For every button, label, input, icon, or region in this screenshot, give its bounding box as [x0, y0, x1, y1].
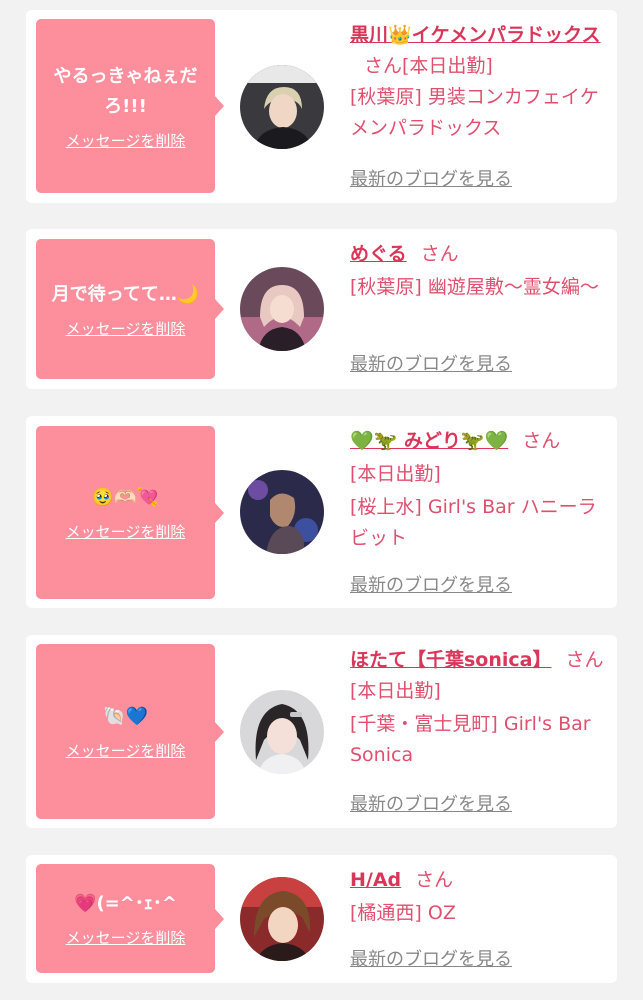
avatar[interactable]	[240, 690, 324, 774]
message-text: 🐚💙	[103, 706, 148, 727]
shop-name: [橘通西] OZ	[350, 902, 456, 924]
latest-blog-link[interactable]: 最新のブログを見る	[350, 571, 512, 597]
shop-name: [秋葉原] 幽遊屋敷～霊女編～	[350, 276, 599, 298]
cast-name-link[interactable]: 💚🦖 みどり🦖💚	[350, 430, 508, 452]
cast-info: 黒川👑イケメンパラドックスさん[本日出勤] [秋葉原] 男装コンカフェイケメンパ…	[350, 10, 610, 190]
delete-message-link[interactable]: メッセージを削除	[66, 927, 186, 948]
shop-name: [千葉・富士見町] Girl's Bar Sonica	[350, 713, 591, 766]
message-text: 🥹🫶🏻💘	[91, 487, 160, 508]
message-text: やるっきゃねぇだろ!!!	[53, 65, 198, 117]
shop-name: [秋葉原] 男装コンカフェイケメンパラドックス	[350, 86, 599, 139]
delete-message-link[interactable]: メッセージを削除	[66, 130, 186, 151]
status-label: [本日出勤]	[350, 680, 441, 702]
latest-blog-link[interactable]: 最新のブログを見る	[350, 165, 512, 191]
latest-blog-link[interactable]: 最新のブログを見る	[350, 790, 512, 816]
honorific: さん	[565, 649, 604, 671]
status-label: [本日出勤]	[402, 55, 493, 77]
honorific: さん	[522, 430, 561, 452]
message-bubble: やるっきゃねぇだろ!!! メッセージを削除	[36, 19, 224, 193]
cast-info: H/Ad さん [橘通西] OZ 最新のブログを見る	[350, 855, 610, 970]
latest-blog-link[interactable]: 最新のブログを見る	[350, 945, 512, 971]
message-text: 月で待ってて…🌙	[51, 283, 200, 305]
message-card: やるっきゃねぇだろ!!! メッセージを削除 黒川👑イケメンパラドックスさん[本日…	[26, 10, 617, 203]
profile-photo-icon	[240, 267, 324, 351]
cast-name-link[interactable]: H/Ad	[350, 869, 401, 891]
cast-name-link[interactable]: めぐる	[350, 243, 407, 265]
honorific: さん	[420, 243, 459, 265]
status-label: [本日出勤]	[350, 463, 441, 485]
message-card: 🐚💙 メッセージを削除 ほたて【千葉sonica】 さん [本日出勤] [千葉・富士…	[26, 635, 617, 828]
message-card: 🥹🫶🏻💘 メッセージを削除 💚🦖 みどり🦖💚 さん [本日出勤] [桜上水] Gi…	[26, 416, 617, 608]
cast-info: めぐる さん [秋葉原] 幽遊屋敷～霊女編～ 最新のブログを見る	[350, 229, 610, 375]
profile-photo-icon	[240, 65, 324, 149]
delete-message-link[interactable]: メッセージを削除	[66, 740, 186, 761]
message-bubble: 🐚💙 メッセージを削除	[36, 644, 224, 819]
profile-photo-icon	[240, 690, 324, 774]
message-text: 💗(=^･ｪ･^	[74, 893, 177, 914]
avatar[interactable]	[240, 267, 324, 351]
delete-message-link[interactable]: メッセージを削除	[66, 521, 186, 542]
cast-info: 💚🦖 みどり🦖💚 さん [本日出勤] [桜上水] Girl's Bar ハニーラビ…	[350, 416, 610, 596]
latest-blog-link[interactable]: 最新のブログを見る	[350, 350, 512, 376]
message-bubble: 💗(=^･ｪ･^ メッセージを削除	[36, 864, 224, 973]
profile-photo-icon	[240, 877, 324, 961]
message-bubble: 🥹🫶🏻💘 メッセージを削除	[36, 426, 224, 599]
avatar[interactable]	[240, 470, 324, 554]
cast-info: ほたて【千葉sonica】 さん [本日出勤] [千葉・富士見町] Girl's B…	[350, 635, 610, 815]
message-card: 💗(=^･ｪ･^ メッセージを削除 H/Ad さん [橘通西] OZ 最新のブログ…	[26, 855, 617, 983]
message-bubble: 月で待ってて…🌙 メッセージを削除	[36, 239, 224, 379]
avatar[interactable]	[240, 877, 324, 961]
shop-name: [桜上水] Girl's Bar ハニーラビット	[350, 496, 597, 549]
avatar[interactable]	[240, 65, 324, 149]
cast-name-link[interactable]: 黒川👑イケメンパラドックス	[350, 24, 601, 46]
honorific: さん	[364, 55, 403, 77]
delete-message-link[interactable]: メッセージを削除	[66, 318, 186, 339]
honorific: さん	[415, 869, 454, 891]
cast-name-link[interactable]: ほたて【千葉sonica】	[350, 649, 552, 671]
profile-photo-icon	[240, 470, 324, 554]
message-card: 月で待ってて…🌙 メッセージを削除 めぐる さん [秋葉原] 幽遊屋敷～霊女編～ …	[26, 229, 617, 389]
